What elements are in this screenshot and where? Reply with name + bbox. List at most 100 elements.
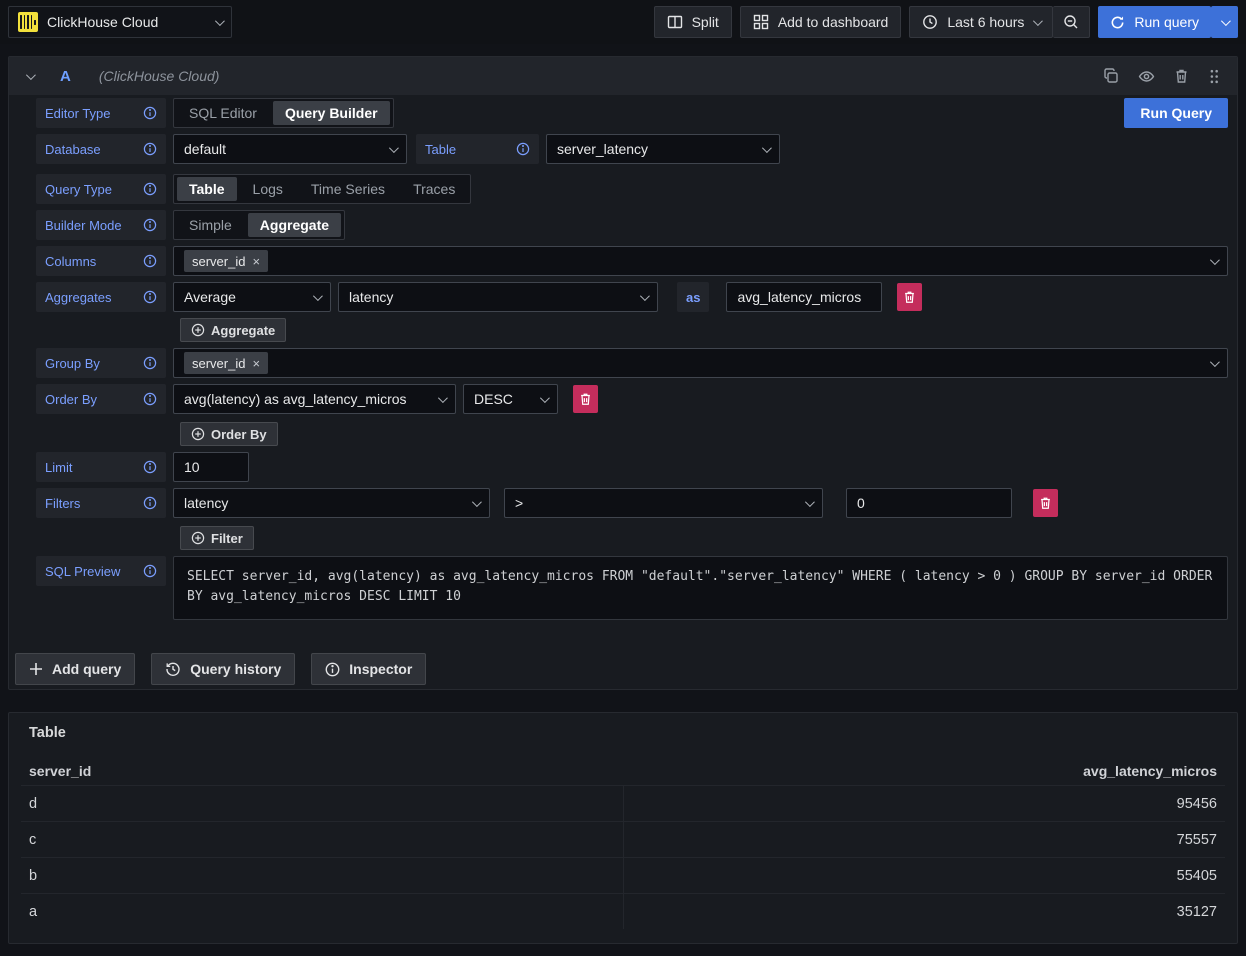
remove-filter-button[interactable] [1033,489,1058,517]
plus-circle-icon [191,323,205,337]
info-circle-icon[interactable] [143,356,157,370]
chevron-down-icon [1033,16,1043,26]
cell-server-id: d [21,786,624,821]
remove-chip-icon[interactable]: × [252,357,260,370]
clock-icon [922,14,938,30]
database-label: Database [36,134,166,164]
plus-circle-icon [191,427,205,441]
table-row[interactable]: d 95456 [21,785,1225,821]
run-query-dropdown-button[interactable] [1211,6,1238,38]
results-table-header: server_id avg_latency_micros [21,757,1225,785]
limit-input[interactable] [173,452,249,482]
table-row[interactable]: c 75557 [21,821,1225,857]
chevron-down-icon [1221,16,1231,26]
builder-mode-aggregate[interactable]: Aggregate [248,213,341,237]
filter-value-input[interactable] [846,488,1012,518]
info-circle-icon[interactable] [143,254,157,268]
cell-avg-latency: 55405 [624,858,1226,893]
run-query-split-button: Run query [1098,6,1238,38]
order-by-label: Order By [36,384,166,414]
aggregate-alias-input[interactable] [726,282,882,312]
info-circle-icon[interactable] [143,182,157,196]
query-history-button[interactable]: Query history [151,653,295,685]
split-label: Split [692,14,719,30]
info-circle-icon[interactable] [516,142,530,156]
run-query-label: Run query [1134,14,1199,30]
info-circle-icon[interactable] [143,218,157,232]
database-select[interactable]: default [173,134,407,164]
order-by-expr-select[interactable]: avg(latency) as avg_latency_micros [173,384,456,414]
order-by-direction-select[interactable]: DESC [463,384,558,414]
add-aggregate-button[interactable]: Aggregate [180,318,286,342]
time-picker-group: Last 6 hours [909,6,1090,38]
remove-order-by-button[interactable] [573,385,598,413]
table-row[interactable]: a 35127 [21,893,1225,929]
add-query-button[interactable]: Add query [15,653,135,685]
add-order-by-button[interactable]: Order By [180,422,278,446]
info-circle-icon[interactable] [143,496,157,510]
as-keyword-label: as [677,282,709,312]
aggregate-column-select[interactable]: latency [338,282,658,312]
query-type-logs[interactable]: Logs [241,177,295,201]
magnifier-minus-icon [1063,14,1079,30]
info-circle-icon[interactable] [143,564,157,578]
table-select[interactable]: server_latency [546,134,780,164]
results-panel-title: Table [29,725,1225,741]
query-type-traces[interactable]: Traces [401,177,467,201]
column-header-avg-latency[interactable]: avg_latency_micros [623,763,1217,779]
table-label: Table [416,134,539,164]
column-header-server-id[interactable]: server_id [29,763,623,779]
datasource-name: ClickHouse Cloud [47,14,206,30]
remove-chip-icon[interactable]: × [252,255,260,268]
group-by-label: Group By [36,348,166,378]
filter-column-select[interactable]: latency [173,488,490,518]
split-button[interactable]: Split [654,6,732,38]
apps-grid-icon [753,14,769,30]
query-type-table[interactable]: Table [177,177,237,201]
datasource-hint: (ClickHouse Cloud) [99,68,220,84]
info-circle-icon[interactable] [143,106,157,120]
drag-grip-icon[interactable] [1208,68,1220,85]
query-ref-id: A [60,68,71,85]
chevron-down-icon [215,16,225,26]
group-by-multiselect[interactable]: server_id × [173,348,1228,378]
builder-mode-simple[interactable]: Simple [177,213,244,237]
collapse-chevron-icon[interactable] [26,70,36,80]
run-query-button[interactable]: Run query [1098,6,1211,38]
copy-query-icon[interactable] [1103,68,1119,84]
zoom-out-time-button[interactable] [1053,6,1090,38]
remove-aggregate-button[interactable] [897,283,922,311]
editor-type-query-builder[interactable]: Query Builder [273,101,390,125]
builder-mode-label: Builder Mode [36,210,166,240]
table-row[interactable]: b 55405 [21,857,1225,893]
info-circle-icon[interactable] [143,142,157,156]
inspector-button[interactable]: Inspector [311,653,426,685]
add-to-dashboard-button[interactable]: Add to dashboard [740,6,902,38]
info-circle-icon[interactable] [143,392,157,406]
columns-chip: server_id × [184,250,268,272]
datasource-picker[interactable]: ClickHouse Cloud [8,6,232,38]
aggregate-function-select[interactable]: Average [173,282,331,312]
split-columns-icon [667,14,683,30]
builder-mode-toggle: Simple Aggregate [173,210,345,240]
plus-icon [29,662,43,676]
add-to-dashboard-label: Add to dashboard [778,14,889,30]
time-range-button[interactable]: Last 6 hours [909,6,1053,38]
add-filter-button[interactable]: Filter [180,526,254,550]
run-query-editor-button[interactable]: Run Query [1124,98,1228,128]
cell-server-id: c [21,822,624,857]
query-row-header[interactable]: A (ClickHouse Cloud) [9,57,1237,95]
columns-multiselect[interactable]: server_id × [173,246,1228,276]
editor-type-toggle: SQL Editor Query Builder [173,98,394,128]
info-circle-icon[interactable] [143,290,157,304]
remove-query-trash-icon[interactable] [1174,68,1189,84]
info-circle-icon[interactable] [143,460,157,474]
query-type-time-series[interactable]: Time Series [299,177,397,201]
query-type-toggle: Table Logs Time Series Traces [173,174,471,204]
clickhouse-logo-icon [18,12,38,32]
editor-type-sql-editor[interactable]: SQL Editor [177,101,269,125]
hide-response-eye-icon[interactable] [1138,68,1155,85]
chevron-down-icon [1210,357,1220,367]
filter-operator-select[interactable]: > [504,488,823,518]
explore-toolbar: ClickHouse Cloud Split Add to dashboard [0,0,1246,44]
